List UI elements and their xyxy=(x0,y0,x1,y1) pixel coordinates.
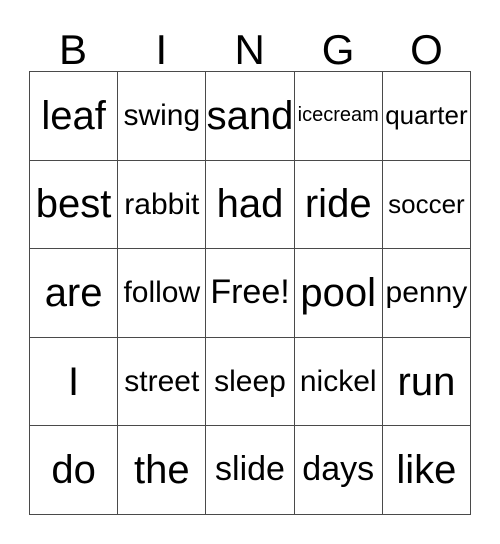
bingo-cell-label: days xyxy=(302,450,375,489)
bingo-free-space-label: Free! xyxy=(210,273,290,312)
bingo-cell[interactable]: soccer xyxy=(382,160,472,250)
bingo-cell-label: do xyxy=(51,448,96,493)
bingo-cell[interactable]: run xyxy=(382,337,472,427)
bingo-cell[interactable]: best xyxy=(30,160,119,250)
bingo-cell[interactable]: quarter xyxy=(382,72,472,161)
bingo-cell-label: run xyxy=(397,359,456,404)
bingo-cell[interactable]: street xyxy=(118,337,207,427)
bingo-cell[interactable]: slide xyxy=(206,426,295,515)
bingo-card: B I N G O leaf swing sand icecream quart… xyxy=(29,14,472,515)
bingo-cell-label: quarter xyxy=(385,100,468,131)
bingo-cell-label: icecream xyxy=(297,104,379,127)
bingo-row: leaf swing sand icecream quarter xyxy=(30,72,472,161)
bingo-header-letter-o: O xyxy=(410,26,444,73)
bingo-cell[interactable]: rabbit xyxy=(118,160,207,250)
bingo-cell-label: swing xyxy=(123,99,201,133)
bingo-cell[interactable]: sleep xyxy=(206,337,295,427)
bingo-cell-label: I xyxy=(68,359,80,404)
bingo-cell[interactable]: the xyxy=(118,426,207,515)
bingo-row: are follow Free! pool penny xyxy=(30,249,472,338)
bingo-cell-label: are xyxy=(44,270,103,315)
bingo-grid: leaf swing sand icecream quarter best ra… xyxy=(29,71,472,515)
bingo-cell-label: follow xyxy=(123,276,201,310)
bingo-cell[interactable]: nickel xyxy=(294,337,383,427)
bingo-cell[interactable]: do xyxy=(30,426,119,515)
bingo-cell-label: pool xyxy=(300,270,377,315)
bingo-cell-label: ride xyxy=(304,182,372,227)
bingo-cell-label: like xyxy=(396,448,457,493)
bingo-cell[interactable]: follow xyxy=(118,249,207,338)
bingo-row: do the slide days like xyxy=(30,426,472,515)
bingo-cell-label: slide xyxy=(215,450,285,489)
bingo-cell[interactable]: pool xyxy=(294,249,383,338)
bingo-cell[interactable]: had xyxy=(206,160,295,250)
bingo-cell[interactable]: like xyxy=(382,426,472,515)
bingo-header-letter-i: I xyxy=(155,26,168,73)
bingo-cell-label: nickel xyxy=(299,364,377,398)
bingo-cell-label: the xyxy=(134,448,190,493)
bingo-cell-label: sleep xyxy=(214,364,286,398)
bingo-header-row: B I N G O xyxy=(29,14,471,71)
bingo-row: best rabbit had ride soccer xyxy=(30,160,472,250)
bingo-cell[interactable]: are xyxy=(30,249,119,338)
bingo-cell[interactable]: I xyxy=(30,337,119,427)
bingo-header-letter-n: N xyxy=(234,26,266,73)
bingo-cell[interactable]: days xyxy=(294,426,383,515)
bingo-cell-label: best xyxy=(35,182,112,227)
bingo-cell-label: had xyxy=(216,182,284,227)
bingo-cell[interactable]: sand xyxy=(206,72,295,161)
bingo-free-space-cell[interactable]: Free! xyxy=(206,249,295,338)
bingo-cell-label: soccer xyxy=(388,188,465,219)
bingo-cell[interactable]: ride xyxy=(294,160,383,250)
bingo-cell[interactable]: leaf xyxy=(30,72,119,161)
bingo-cell[interactable]: swing xyxy=(118,72,207,161)
bingo-cell-label: rabbit xyxy=(124,187,200,221)
bingo-row: I street sleep nickel run xyxy=(30,337,472,427)
bingo-cell-label: penny xyxy=(385,276,468,310)
bingo-cell[interactable]: icecream xyxy=(294,72,383,161)
bingo-cell[interactable]: penny xyxy=(382,249,472,338)
bingo-header-letter-g: G xyxy=(321,26,355,73)
bingo-cell-label: sand xyxy=(206,93,294,138)
bingo-header-letter-b: B xyxy=(58,26,88,73)
bingo-cell-label: street xyxy=(124,364,200,398)
bingo-cell-label: leaf xyxy=(41,93,106,138)
